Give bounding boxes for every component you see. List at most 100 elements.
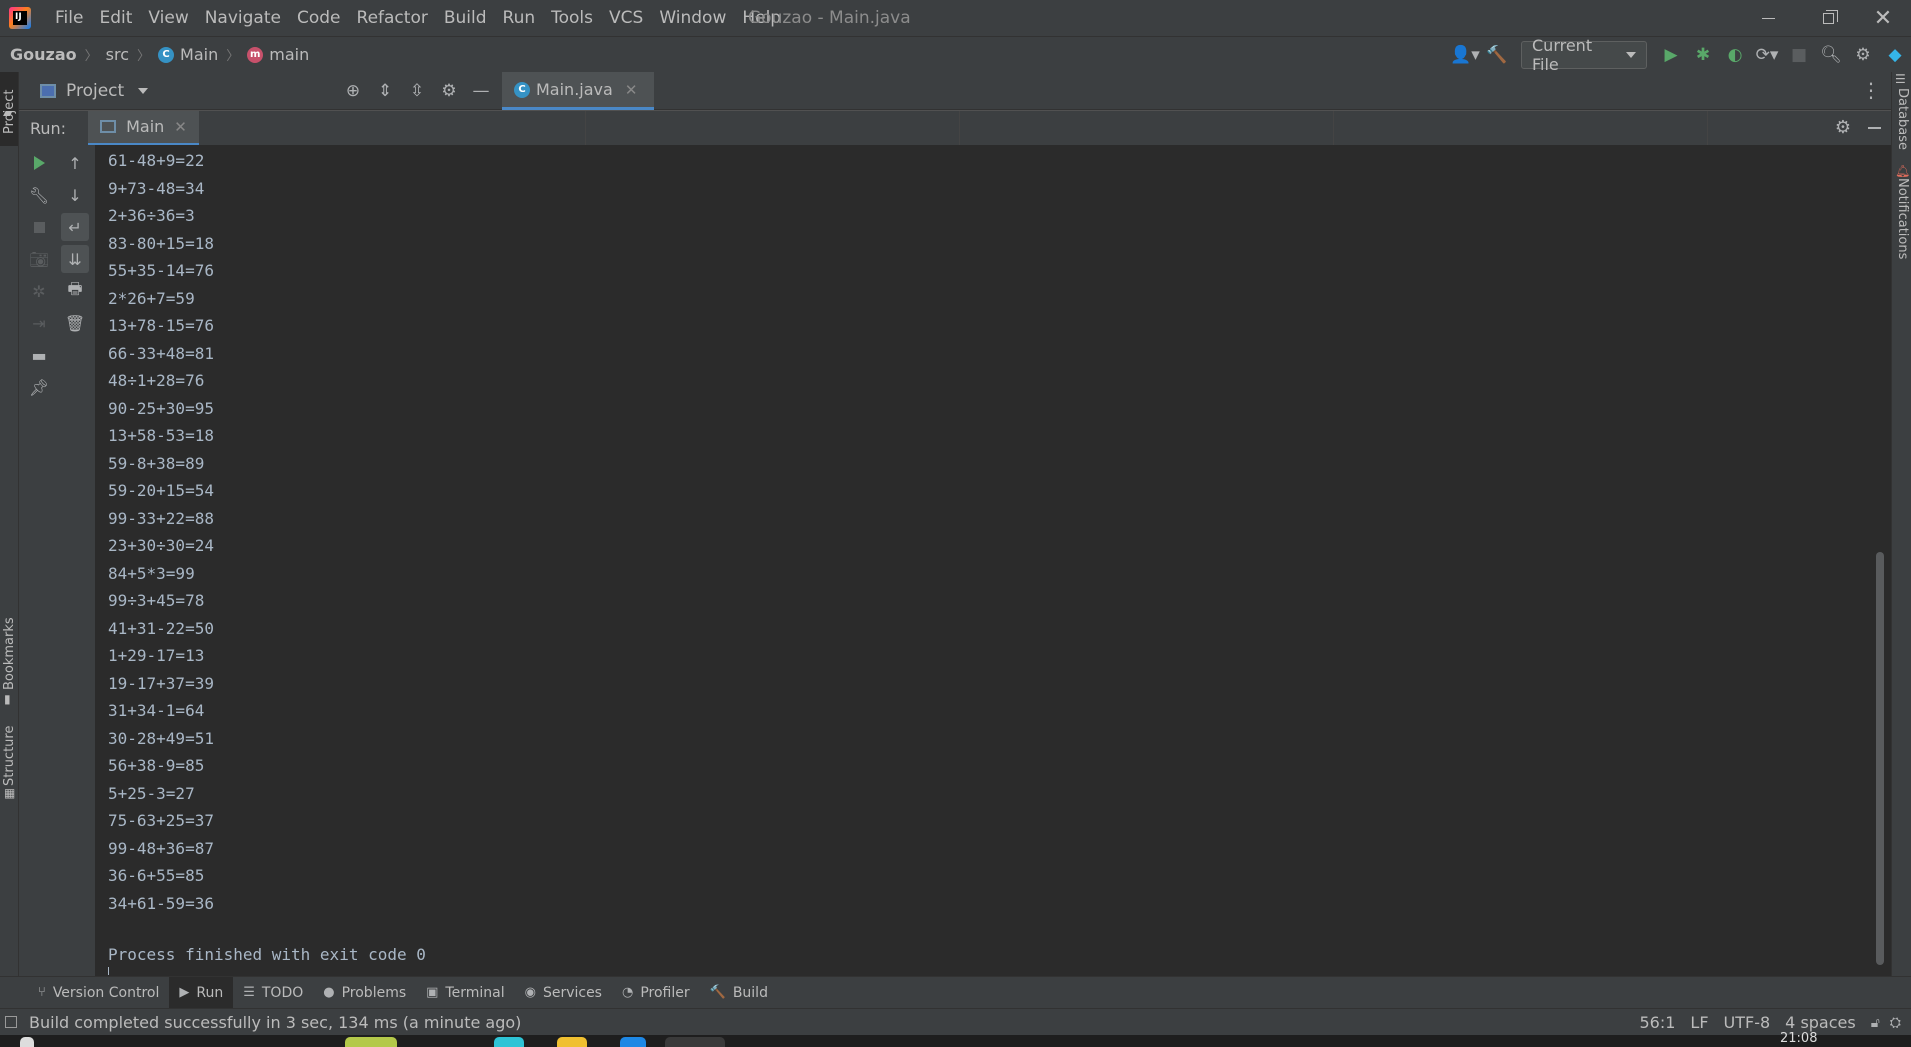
rerun-button[interactable] <box>25 149 53 177</box>
breadcrumb-project[interactable]: Gouzao <box>10 45 77 64</box>
tab-run[interactable]: ▶ Run <box>169 976 234 1009</box>
jetbrains-logo-icon[interactable]: ◆ <box>1879 37 1911 73</box>
run-configuration-select[interactable]: Current File <box>1521 36 1647 74</box>
login-icon[interactable]: ⇥ <box>25 309 53 337</box>
pin-tab-icon[interactable]: 📌︎ <box>25 373 53 401</box>
taskbar-folder-icon[interactable] <box>557 1037 587 1047</box>
console-line: 99-33+22=88 <box>108 508 214 528</box>
settings-gear-icon[interactable]: ⚙ <box>1847 37 1879 73</box>
tab-terminal[interactable]: ▣ Terminal <box>416 977 514 1009</box>
indent-setting[interactable]: 4 spaces <box>1785 1013 1856 1032</box>
status-message[interactable]: Build completed successfully in 3 sec, 1… <box>29 1013 521 1032</box>
layout-icon[interactable]: ▬ <box>25 341 53 369</box>
tool-windows-toggle-icon[interactable] <box>5 1016 17 1028</box>
taskbar-app-icon[interactable] <box>345 1037 397 1047</box>
close-window-button[interactable]: ✕ <box>1855 0 1911 36</box>
collapse-all-icon[interactable]: ⇳ <box>401 81 433 101</box>
project-panel-title: Project <box>66 81 125 101</box>
console-line: 36-6+55=85 <box>108 866 205 885</box>
minimize-button[interactable] <box>1740 0 1796 36</box>
run-panel-label: Run: <box>30 118 67 138</box>
print-icon[interactable]: 🖶 <box>61 277 89 305</box>
tab-problems[interactable]: ● Problems <box>313 977 416 1009</box>
user-account-icon[interactable]: 👤▾ <box>1449 37 1481 73</box>
console-output[interactable]: 61-48+9=22 9+73-48=34 2+36÷36=3 83-80+15=18… <box>95 145 1878 976</box>
line-separator[interactable]: LF <box>1690 1013 1708 1032</box>
memory-indicator-icon[interactable]: ⛭ <box>1890 1015 1901 1031</box>
scroll-to-end-icon[interactable]: ⇊ <box>61 245 89 273</box>
close-tab-icon[interactable]: ✕ <box>174 118 187 136</box>
restore-button[interactable] <box>1800 0 1856 36</box>
build-hammer-icon[interactable]: 🔨 <box>1481 37 1513 73</box>
chevron-down-icon[interactable] <box>138 88 149 94</box>
menu-window[interactable]: Window <box>651 0 734 36</box>
stop-icon[interactable]: ■ <box>1783 37 1815 73</box>
scroll-up-arrow-icon[interactable]: ↑ <box>61 149 89 177</box>
stop-icon <box>33 221 45 233</box>
menu-navigate[interactable]: Navigate <box>197 0 289 36</box>
hide-run-panel-icon[interactable] <box>1868 127 1881 129</box>
menu-vcs[interactable]: VCS <box>601 0 651 36</box>
menu-view[interactable]: View <box>140 0 196 36</box>
tab-services[interactable]: ◉ Services <box>515 977 612 1009</box>
menu-build[interactable]: Build <box>436 0 495 36</box>
exit-settings-icon[interactable]: ✲ <box>25 277 53 305</box>
caret-position[interactable]: 56:1 <box>1639 1013 1675 1032</box>
clear-all-trash-icon[interactable]: 🗑︎ <box>61 309 89 337</box>
menu-tools[interactable]: Tools <box>543 0 601 36</box>
file-encoding[interactable]: UTF-8 <box>1724 1013 1771 1032</box>
run-settings-gear-icon[interactable]: ⚙ <box>1835 117 1851 138</box>
expand-all-icon[interactable]: ⇕ <box>369 81 401 101</box>
console-line: 31+34-1=64 <box>108 701 205 720</box>
run-panel-header: Run: Main ✕ ⚙ <box>19 110 1891 146</box>
tab-profiler[interactable]: ◔ Profiler <box>612 977 700 1009</box>
stop-button[interactable] <box>25 213 53 241</box>
more-options-icon[interactable]: ⋮ <box>1861 78 1881 102</box>
search-icon[interactable]: 🔍︎ <box>1815 37 1847 73</box>
modify-config-wrench-icon[interactable]: 🔧︎ <box>25 181 53 209</box>
coverage-icon[interactable]: ◐ <box>1719 37 1751 73</box>
menu-edit[interactable]: Edit <box>91 0 140 36</box>
run-play-icon[interactable]: ▶ <box>1655 37 1687 73</box>
console-line: 61-48+9=22 <box>108 151 205 170</box>
console-line: 99÷3+45=78 <box>108 591 205 610</box>
menu-file[interactable]: File <box>47 0 91 36</box>
editor-tab-main-java[interactable]: C Main.java ✕ <box>502 72 654 110</box>
dump-threads-camera-icon[interactable]: 📷︎ <box>25 245 53 273</box>
select-opened-file-icon[interactable]: ⊕ <box>337 81 369 101</box>
scroll-down-arrow-icon[interactable]: ↓ <box>61 181 89 209</box>
lock-icon[interactable]: 🔓︎ <box>1871 1015 1880 1031</box>
start-icon[interactable] <box>20 1037 34 1047</box>
structure-stripe-label[interactable]: Structure <box>2 726 17 786</box>
soft-wrap-icon[interactable]: ↵ <box>61 213 89 241</box>
breadcrumb-method[interactable]: m main <box>247 45 309 64</box>
close-icon: ✕ <box>1873 5 1893 31</box>
close-tab-icon[interactable]: ✕ <box>625 81 638 99</box>
menu-code[interactable]: Code <box>289 0 349 36</box>
taskbar-intellij-icon[interactable] <box>665 1037 725 1047</box>
tab-run-label: Run <box>196 984 224 1001</box>
taskbar-app-icon[interactable] <box>620 1037 646 1047</box>
database-stripe-label[interactable]: Database <box>1895 88 1910 150</box>
taskbar-browser-icon[interactable] <box>494 1037 524 1047</box>
breadcrumb-separator-icon: 〉 <box>137 49 151 64</box>
notifications-stripe-label[interactable]: Notifications <box>1895 178 1910 259</box>
tab-todo[interactable]: ☰ TODO <box>233 977 313 1009</box>
tab-build[interactable]: 🔨 Build <box>700 977 778 1009</box>
project-panel-tools: ⊕ ⇕ ⇳ ⚙ — <box>337 72 497 110</box>
bookmarks-stripe-label[interactable]: Bookmarks <box>2 617 17 690</box>
tab-version-control[interactable]: ⑂ Version Control <box>28 977 169 1009</box>
hide-panel-icon[interactable]: — <box>465 81 497 101</box>
console-scrollbar[interactable] <box>1876 552 1884 965</box>
breadcrumb-src[interactable]: src <box>106 45 129 64</box>
console-lines: 61-48+9=22 9+73-48=34 2+36÷36=3 83-80+15=18… <box>108 147 214 917</box>
console-line: 90-25+30=95 <box>108 398 214 418</box>
menu-run[interactable]: Run <box>495 0 544 36</box>
run-tab-main[interactable]: Main ✕ <box>88 110 199 146</box>
menu-refactor[interactable]: Refactor <box>349 0 436 36</box>
taskbar-clock[interactable]: 21:08 <box>1780 1031 1817 1046</box>
options-gear-icon[interactable]: ⚙ <box>433 81 465 101</box>
profile-more-icon[interactable]: ⟳▾ <box>1751 37 1783 73</box>
debug-bug-icon[interactable]: ✱ <box>1687 37 1719 73</box>
breadcrumb-class[interactable]: C Main <box>158 45 218 64</box>
